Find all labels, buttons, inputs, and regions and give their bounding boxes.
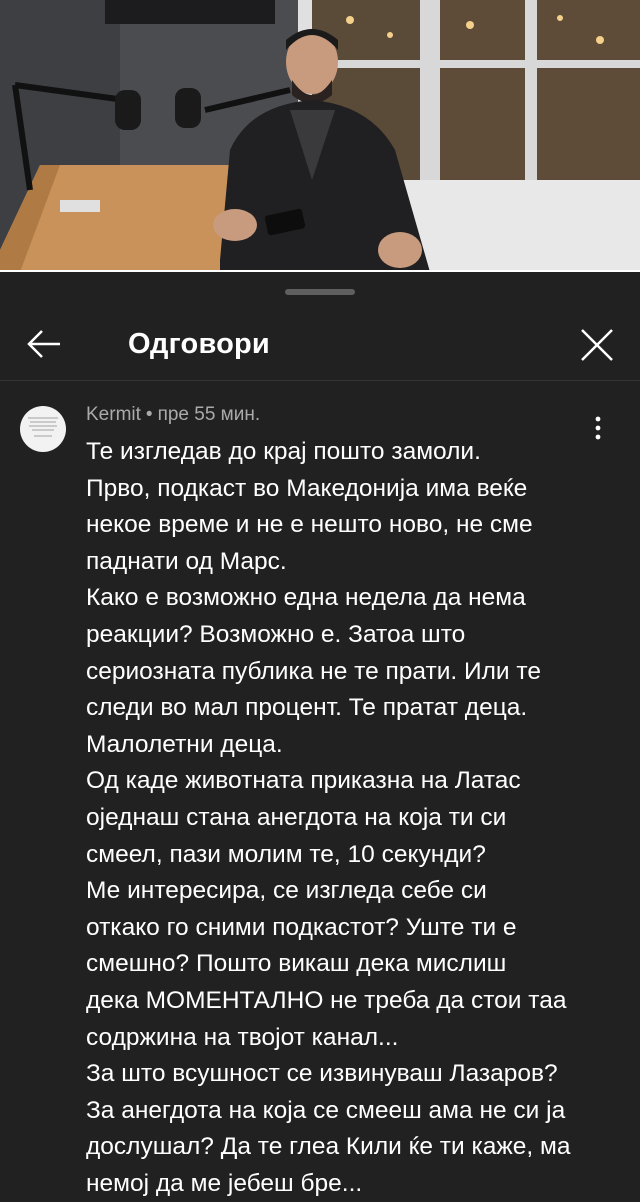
avatar-image: [28, 417, 58, 437]
comment-line: дека МОМЕНТАЛНО не треба да стои таа: [86, 986, 567, 1014]
video-frame: [0, 0, 640, 272]
comment-text: Те изгледав до крај пошто замоли. Прво, …: [86, 434, 626, 1202]
comment-time: пре 55 мин.: [157, 404, 261, 425]
comment-line: Како е возможно една недела да нема: [86, 584, 526, 612]
comment-line: сериозната публика не те прати. Или те: [86, 657, 541, 685]
comment-line: За анегдота на која се смееш ама не си ј…: [86, 1096, 566, 1124]
header-divider: [0, 380, 640, 381]
comment-line: смешно? Пошто викаш дека мислиш: [86, 950, 507, 978]
back-button[interactable]: [20, 324, 66, 364]
comment-line: паднати од Марс.: [86, 547, 287, 575]
comment-line: некое време и не е нешто ново, не сме: [86, 511, 533, 539]
comment-line: содржина на твојот канал...: [86, 1023, 399, 1051]
comment-line: следи во мал процент. Те пратат деца.: [86, 694, 528, 722]
replies-panel: Одговори Kermit • пре 55 мин. Те изгледа…: [0, 272, 640, 1200]
comment-line: Од каде животната приказна на Латас: [86, 767, 521, 795]
page-title: Одговори: [128, 328, 270, 360]
close-icon: [581, 329, 613, 361]
comment-line: Малолетни деца.: [86, 730, 283, 758]
avatar[interactable]: [20, 406, 66, 452]
comment-author[interactable]: Kermit: [86, 404, 141, 425]
comment-line: немој да ме јебеш бре...: [86, 1169, 363, 1197]
replies-header: Одговори: [0, 308, 640, 380]
video-player[interactable]: [0, 0, 640, 272]
drag-handle[interactable]: [285, 289, 355, 295]
comment-line: За што всушност се извинуваш Лазаров?: [86, 1060, 558, 1088]
comment-line: Те изгледав до крај пошто замоли.: [86, 438, 481, 465]
comment-line: оједнаш стана анегдота на која ти си: [86, 803, 507, 831]
comment-line: реакции? Возможно е. Затоа што: [86, 620, 466, 648]
comment-line: Ме интересира, се изгледа себе си: [86, 877, 487, 905]
meta-separator: •: [145, 404, 153, 425]
comment-meta: Kermit • пре 55 мин.: [86, 404, 260, 426]
comment-line: дослушал? Да те глеа Кили ќе ти каже, ма: [86, 1133, 571, 1161]
arrow-left-icon: [27, 330, 60, 358]
comment-line: Прво, подкаст во Македонија има веќе: [86, 474, 528, 502]
close-button[interactable]: [576, 324, 618, 366]
comment-line: откако го сними подкастот? Уште ти е: [86, 913, 517, 941]
comment-line: смеел, пази молим те, 10 секунди?: [86, 840, 486, 868]
